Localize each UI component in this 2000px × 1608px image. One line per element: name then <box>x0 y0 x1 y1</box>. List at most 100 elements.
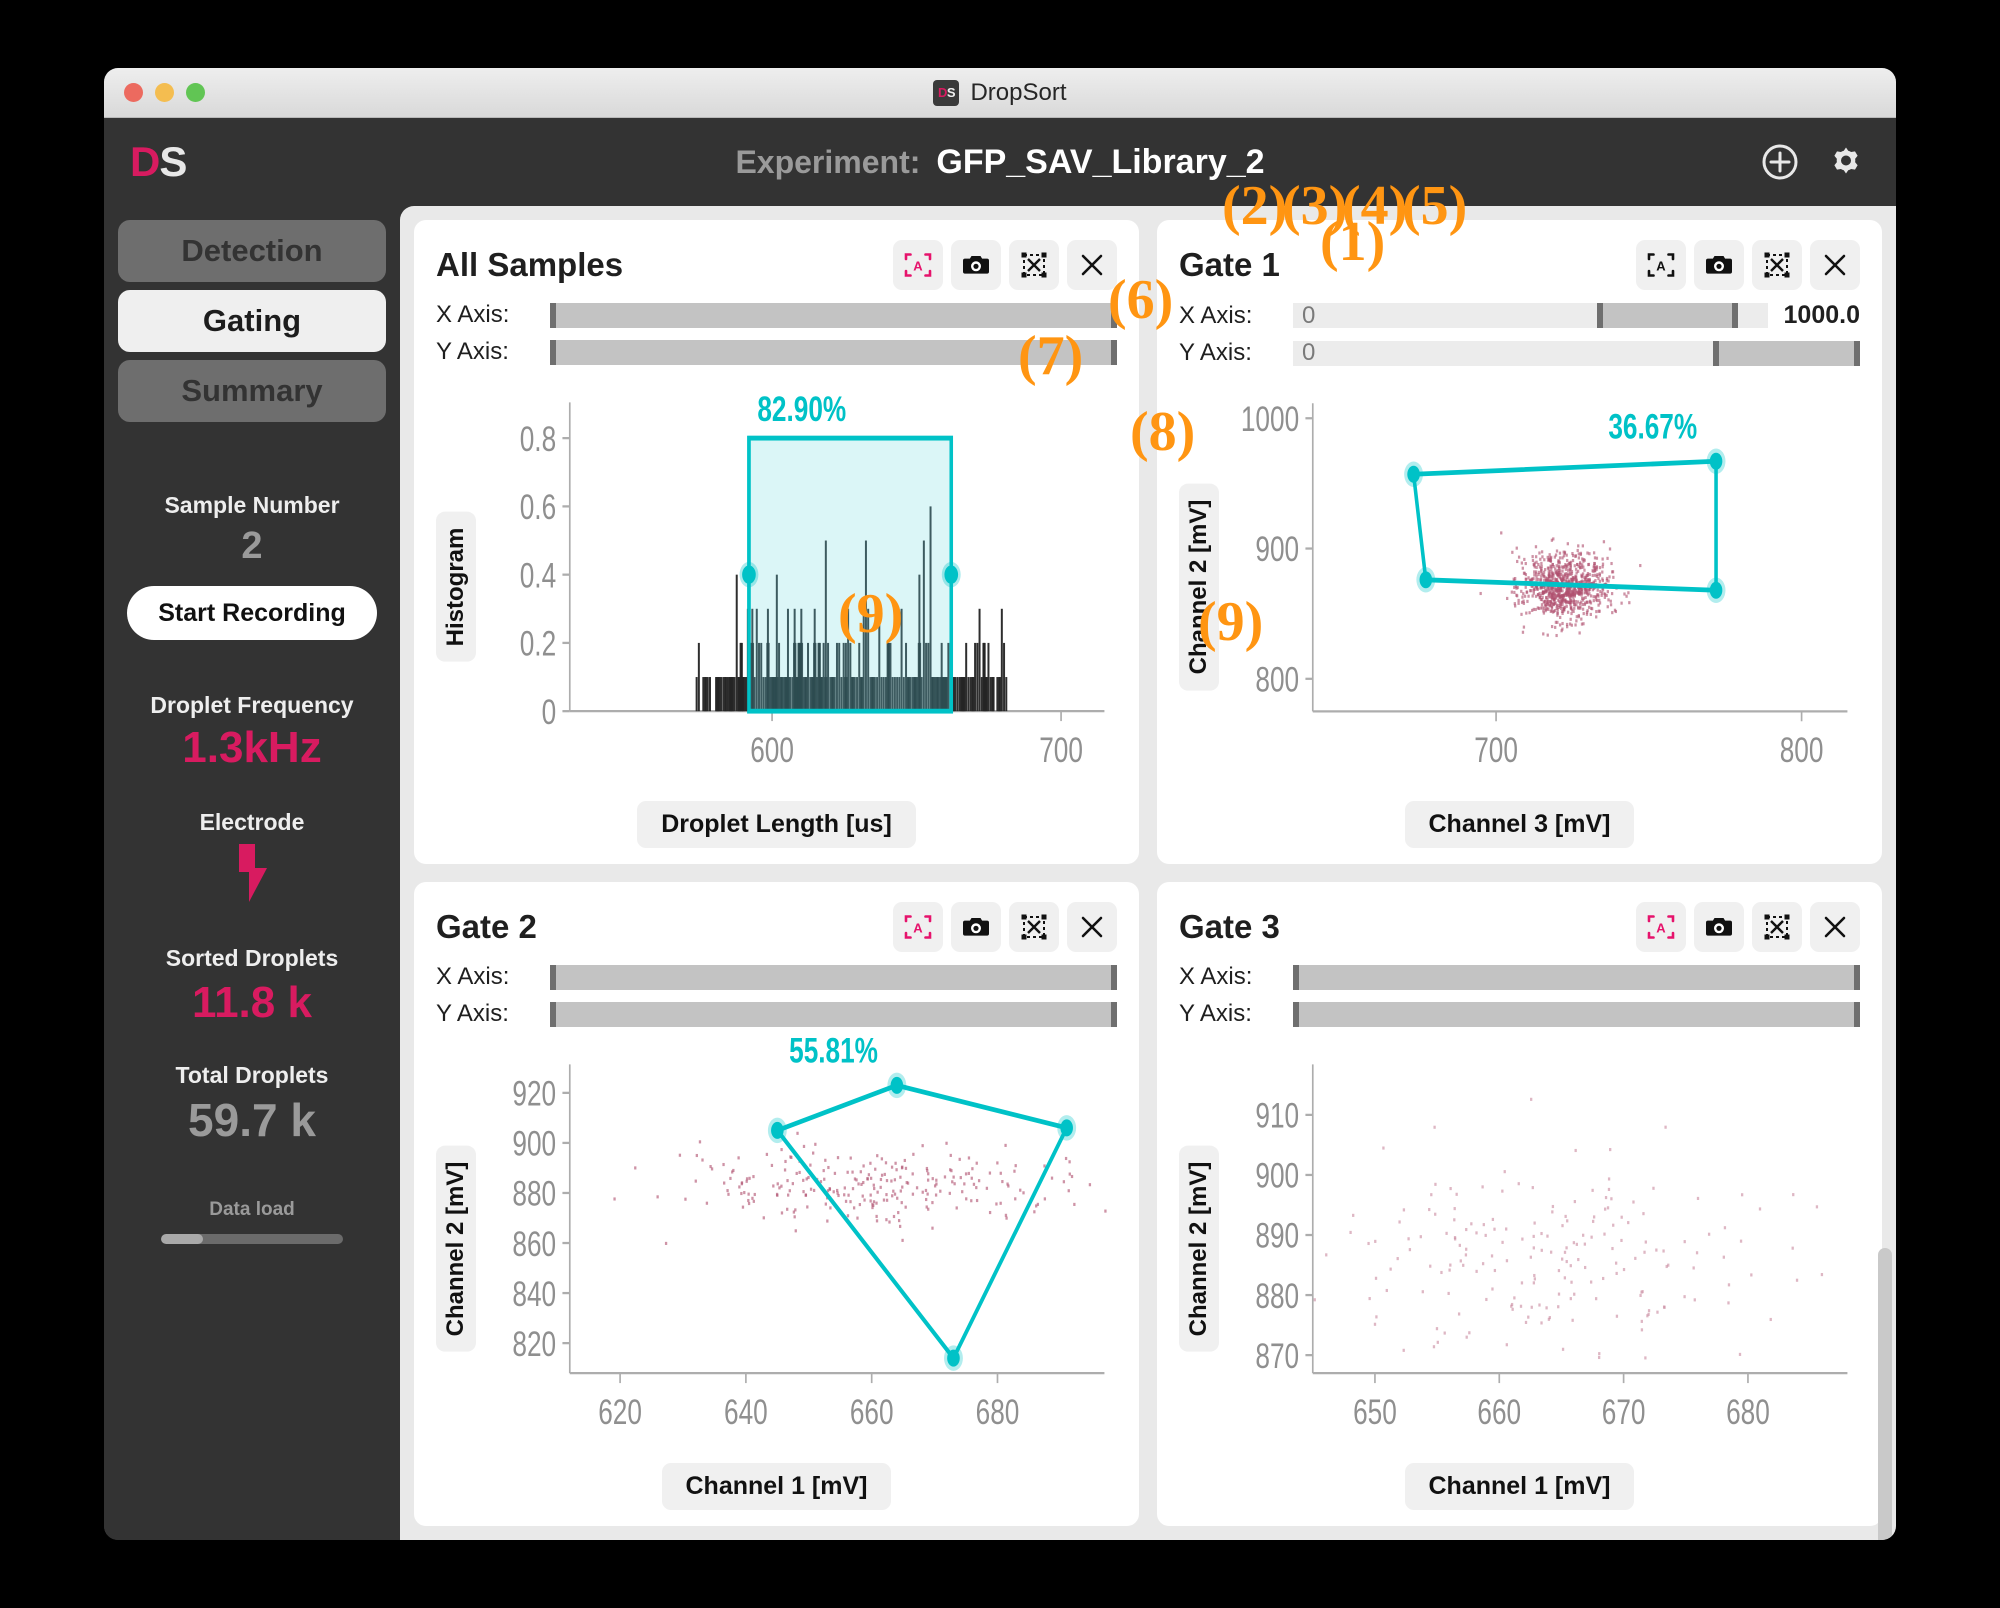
close-icon[interactable] <box>1067 902 1117 952</box>
scatter-gate-1[interactable]: 700800800900100036.67% <box>1231 375 1860 799</box>
x-axis-slider-row-all-samples: X Axis: <box>436 301 1117 329</box>
x-axis-slider[interactable] <box>550 303 1117 328</box>
svg-text:600: 600 <box>750 730 794 770</box>
app-body: Detection Gating Summary Sample Number 2… <box>104 206 1896 1540</box>
y-axis-label: Y Axis: <box>1179 1000 1283 1028</box>
sidebar-tab-detection[interactable]: Detection <box>118 220 386 282</box>
electrode-label: Electrode <box>200 809 305 836</box>
app-logo: DS <box>130 138 186 186</box>
droplet-frequency-value: 1.3kHz <box>182 723 321 773</box>
svg-text:920: 920 <box>512 1074 556 1114</box>
gate-polygon-icon[interactable] <box>1752 240 1802 290</box>
svg-text:900: 900 <box>1255 1156 1299 1196</box>
panel-header-gate-2: Gate 2 A <box>436 900 1117 954</box>
app-logo-badge: DS <box>933 80 959 106</box>
svg-text:0.8: 0.8 <box>520 419 556 459</box>
gate-polygon-icon[interactable] <box>1752 902 1802 952</box>
svg-text:660: 660 <box>850 1392 894 1432</box>
close-icon[interactable] <box>1810 902 1860 952</box>
logo-letter-s: S <box>159 138 186 185</box>
x-axis-slider-row-gate-2: X Axis: <box>436 963 1117 991</box>
total-droplets-label: Total Droplets <box>176 1062 329 1089</box>
panel-title-all-samples: All Samples <box>436 246 623 284</box>
close-icon[interactable] <box>1810 240 1860 290</box>
sidebar-tab-gating[interactable]: Gating <box>118 290 386 352</box>
scatter-gate-3[interactable]: 650660670680870880890900910 <box>1231 1036 1860 1461</box>
x-axis-slider[interactable]: 0 <box>1293 303 1768 328</box>
y-axis-slider[interactable] <box>550 1002 1117 1027</box>
svg-text:800: 800 <box>1780 730 1824 770</box>
plot-grid: All Samples A <box>414 220 1882 1526</box>
x-axis-slider[interactable] <box>550 965 1117 990</box>
x-axis-title-gate-3: Channel 1 [mV] <box>1405 1463 1635 1510</box>
y-axis-slider[interactable]: 0 <box>1293 341 1860 366</box>
svg-text:890: 890 <box>1255 1216 1299 1256</box>
sample-number-value: 2 <box>241 525 262 568</box>
gate-polygon-icon[interactable] <box>1009 240 1059 290</box>
panel-toolbar-gate-2: A <box>893 902 1117 952</box>
gate-polygon-icon[interactable] <box>1009 902 1059 952</box>
y-axis-slider[interactable] <box>550 340 1117 365</box>
window-titlebar: DS DropSort <box>104 68 1896 118</box>
x-axis-label: X Axis: <box>1179 302 1283 330</box>
scatter-gate-2[interactable]: 62064066068082084086088090092055.81% <box>488 1036 1117 1461</box>
svg-text:A: A <box>1656 259 1666 274</box>
main-scrollbar[interactable] <box>1878 1248 1892 1540</box>
svg-text:900: 900 <box>1255 529 1299 569</box>
panel-toolbar-gate-1: A <box>1636 240 1860 290</box>
camera-icon[interactable] <box>951 902 1001 952</box>
plot-area-gate-2: Channel 2 [mV] 6206406606808208408608809… <box>436 1036 1117 1461</box>
x-axis-slider-row-gate-3: X Axis: <box>1179 963 1860 991</box>
plot-area-all-samples: Histogram 60070000.20.40.60.882.90% <box>436 374 1117 799</box>
x-axis-label: X Axis: <box>436 963 540 991</box>
svg-text:670: 670 <box>1602 1392 1646 1432</box>
histogram-all-samples[interactable]: 60070000.20.40.60.882.90% <box>488 374 1117 799</box>
y-axis-slider-row-gate-1: Y Axis: 0 <box>1179 339 1860 367</box>
auto-scale-icon[interactable]: A <box>1636 240 1686 290</box>
camera-icon[interactable] <box>1694 902 1744 952</box>
experiment-name: GFP_SAV_Library_2 <box>936 143 1264 182</box>
y-axis-label: Y Axis: <box>436 338 540 366</box>
svg-text:1000: 1000 <box>1241 399 1299 439</box>
svg-text:880: 880 <box>512 1174 556 1214</box>
y-axis-label: Y Axis: <box>436 1000 540 1028</box>
app-window: DS DropSort DS Experiment: GFP_SAV_Libra… <box>104 68 1896 1540</box>
svg-text:910: 910 <box>1255 1096 1299 1136</box>
svg-text:870: 870 <box>1255 1336 1299 1376</box>
x-axis-slider[interactable] <box>1293 965 1860 990</box>
svg-text:36.67%: 36.67% <box>1608 407 1697 447</box>
auto-scale-icon[interactable]: A <box>1636 902 1686 952</box>
panel-header-all-samples: All Samples A <box>436 238 1117 292</box>
total-droplets-value: 59.7 k <box>188 1093 316 1147</box>
start-recording-button[interactable]: Start Recording <box>127 586 377 640</box>
window-title: DropSort <box>970 79 1066 107</box>
y-axis-min-value: 0 <box>1302 339 1315 367</box>
camera-icon[interactable] <box>1694 240 1744 290</box>
droplet-frequency-label: Droplet Frequency <box>150 692 353 719</box>
panel-title-gate-2: Gate 2 <box>436 908 537 946</box>
data-load-label: Data load <box>209 1199 295 1221</box>
auto-scale-icon[interactable]: A <box>893 240 943 290</box>
panel-toolbar-all-samples: A <box>893 240 1117 290</box>
y-axis-slider[interactable] <box>1293 1002 1860 1027</box>
app-badge-s: S <box>947 85 955 100</box>
close-icon[interactable] <box>1067 240 1117 290</box>
auto-scale-icon[interactable]: A <box>893 902 943 952</box>
svg-text:680: 680 <box>976 1392 1020 1432</box>
x-axis-title-gate-1: Channel 3 [mV] <box>1405 801 1635 848</box>
plus-circle-icon[interactable] <box>1760 142 1800 182</box>
svg-text:800: 800 <box>1255 660 1299 700</box>
app-badge-d: D <box>938 85 947 100</box>
svg-text:82.90%: 82.90% <box>757 389 846 429</box>
svg-text:620: 620 <box>598 1392 642 1432</box>
y-axis-title-gate-1: Channel 2 [mV] <box>1179 484 1219 691</box>
sorted-droplets-value: 11.8 k <box>192 978 312 1028</box>
sidebar-tab-detection-label: Detection <box>181 233 322 269</box>
sidebar-tab-summary[interactable]: Summary <box>118 360 386 422</box>
panel-title-gate-1: Gate 1 <box>1179 246 1280 284</box>
header-actions <box>1760 142 1866 182</box>
svg-text:700: 700 <box>1039 730 1083 770</box>
camera-icon[interactable] <box>951 240 1001 290</box>
svg-text:0.6: 0.6 <box>520 487 556 527</box>
gear-icon[interactable] <box>1826 142 1866 182</box>
